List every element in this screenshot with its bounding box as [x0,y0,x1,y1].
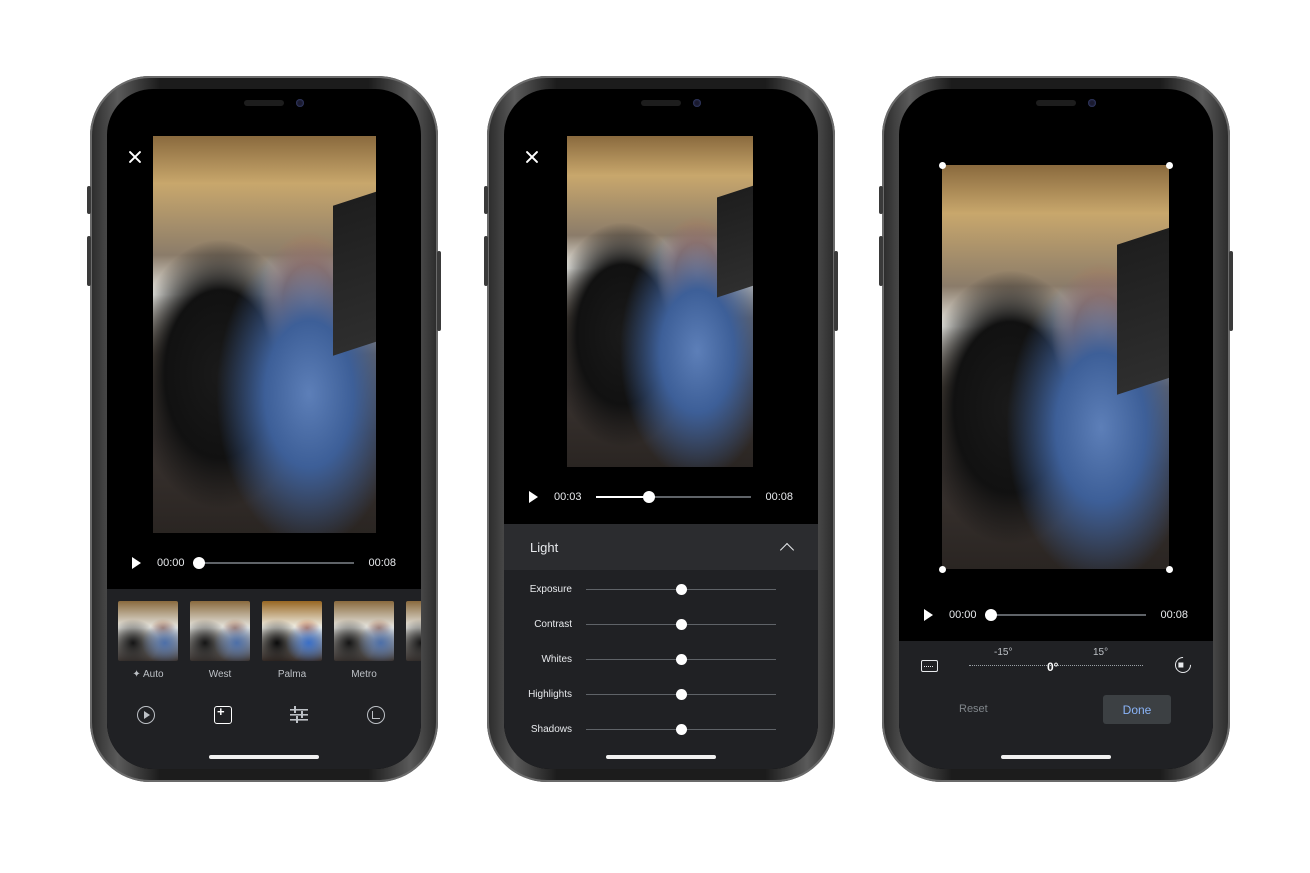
video-player-controls: 00:00 00:08 [924,605,1188,625]
slider-handle[interactable] [675,688,687,700]
filter-thumbnail [334,601,394,661]
play-icon[interactable] [132,557,141,569]
video-preview [567,136,753,467]
filter-thumbnail [406,601,421,661]
slider-handle[interactable] [675,653,687,665]
screen-crop: 00:00 00:08 -15° 0° 15° Reset Done [899,89,1213,769]
video-preview [942,165,1169,569]
scrubber-handle[interactable] [192,557,205,569]
filter-metro[interactable]: Metro [334,601,394,680]
filter-thumbnail [262,601,322,661]
slider-handle[interactable] [675,618,687,630]
filter-label: Palma [277,669,307,680]
filter-palma[interactable]: Palma [262,601,322,680]
speaker [244,100,284,106]
home-indicator[interactable] [606,755,716,759]
duration: 00:08 [1160,609,1188,621]
close-icon[interactable] [128,150,142,164]
scrubber-track[interactable] [984,609,1147,621]
scrubber-track[interactable] [595,491,752,503]
done-button[interactable]: Done [1103,695,1171,724]
adjustment-label: Shadows [530,723,572,735]
filter-west[interactable]: West [190,601,250,680]
crop-rotate-icon[interactable] [367,706,385,724]
front-camera [693,99,701,107]
adjustment-label: Contrast [534,618,572,630]
rotation-min-label: -15° [994,647,1013,658]
speaker [641,100,681,106]
phone-frame-filters: 00:00 00:08 ✦ Auto West Palma Metro + [87,76,441,782]
adjustment-slider[interactable] [586,618,776,630]
adjustment-exposure: Exposure [504,579,818,599]
screen-filters: 00:00 00:08 ✦ Auto West Palma Metro + [107,89,421,769]
adjustment-shadows: Shadows [504,719,818,739]
scrubber-handle[interactable] [642,491,655,503]
video-player-controls: 00:00 00:08 [132,553,396,573]
play-icon[interactable] [924,609,933,621]
adjustment-slider[interactable] [586,583,776,595]
adjustment-label: Exposure [529,583,572,595]
duration: 00:08 [765,491,793,503]
slider-handle[interactable] [675,583,687,595]
rotate-icon[interactable] [1171,653,1195,677]
phone-frame-crop: 00:00 00:08 -15° 0° 15° Reset Done [879,76,1233,782]
adjustment-slider[interactable] [586,653,776,665]
phone-frame-adjust: 00:03 00:08 Light Exposure Contrast Whit… [484,76,838,782]
adjustment-slider[interactable] [586,723,776,735]
scrubber-track[interactable] [192,557,355,569]
rotation-current-value: 0° [1047,660,1059,674]
adjustment-slider[interactable] [586,688,776,700]
current-time: 00:00 [157,557,185,569]
speaker [1036,100,1076,106]
adjustment-highlights: Highlights [504,684,818,704]
play-circle-icon[interactable] [137,706,155,724]
duration: 00:08 [368,557,396,569]
crop-handle-top-right[interactable] [1165,161,1173,169]
play-icon[interactable] [529,491,538,503]
scrubber-handle[interactable] [984,609,997,621]
crop-handle-bottom-left[interactable] [938,565,946,573]
filter-label: Auto [143,669,164,680]
rotation-max-label: 15° [1093,647,1109,658]
close-icon[interactable] [525,150,539,164]
front-camera [1088,99,1096,107]
reset-button[interactable]: Reset [959,703,988,715]
home-indicator[interactable] [209,755,319,759]
filter-label: West [208,669,232,680]
filter-edit-icon[interactable] [214,704,232,724]
auto-sparkle-icon: ✦ [132,669,144,680]
adjustment-contrast: Contrast [504,614,818,634]
filter-next-partial[interactable] [406,601,421,661]
adjustment-whites: Whites [504,649,818,669]
front-camera [296,99,304,107]
adjustment-panel: Light Exposure Contrast Whites Highlight… [504,524,818,769]
crop-handle-bottom-right[interactable] [1165,565,1173,573]
video-player-controls: 00:03 00:08 [529,487,793,507]
current-time: 00:03 [554,491,582,503]
screen-adjust: 00:03 00:08 Light Exposure Contrast Whit… [504,89,818,769]
aspect-ratio-icon[interactable] [921,660,938,672]
home-indicator[interactable] [1001,755,1111,759]
panel-title: Light [530,539,559,555]
filter-auto[interactable]: ✦ Auto [118,601,178,680]
chevron-up-icon[interactable] [779,542,795,557]
video-preview [153,136,376,533]
filter-label: Metro [351,669,377,680]
scrubber-progress [595,496,649,498]
crop-toolbar: -15° 0° 15° Reset Done [899,641,1213,769]
crop-handle-top-left[interactable] [938,161,946,169]
adjustment-label: Highlights [528,688,572,700]
sliders-icon[interactable] [290,706,308,724]
filter-thumbnail [190,601,250,661]
filter-panel: ✦ Auto West Palma Metro [107,589,421,769]
filter-thumbnail [118,601,178,661]
adjustment-label: Whites [541,653,572,665]
panel-header-light[interactable]: Light [504,524,818,570]
current-time: 00:00 [949,609,977,621]
slider-handle[interactable] [675,723,687,735]
